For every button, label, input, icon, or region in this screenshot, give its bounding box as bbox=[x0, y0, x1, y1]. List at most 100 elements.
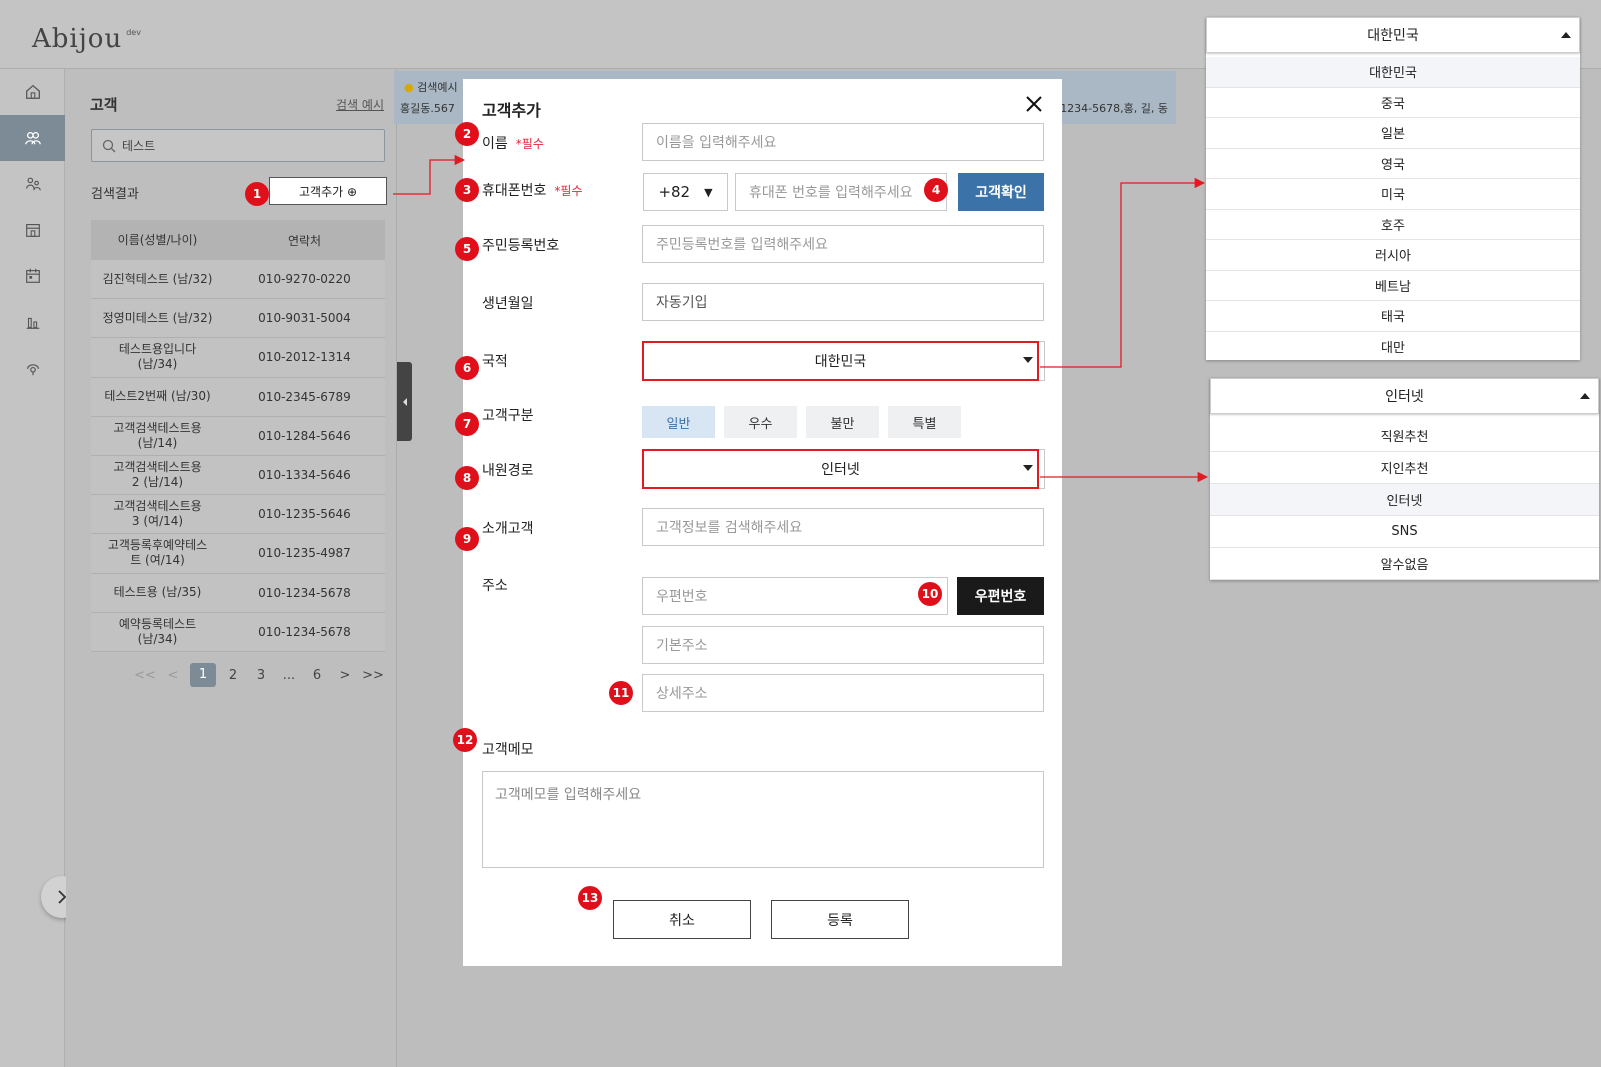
cancel-button[interactable]: 취소 bbox=[613, 900, 751, 939]
users-icon bbox=[24, 131, 41, 145]
close-icon[interactable] bbox=[1024, 94, 1044, 114]
type-label: 고객구분 bbox=[482, 408, 534, 424]
table-row[interactable]: 고객검색테스트용 3 (여/14) 010-1235-5646 bbox=[91, 495, 385, 535]
source-select[interactable]: 인터넷 bbox=[642, 449, 1039, 489]
source-option[interactable]: 인터넷 bbox=[1210, 484, 1599, 516]
table-row[interactable]: 예약등록테스트 (남/34) 010-1234-5678 bbox=[91, 612, 385, 652]
arrow-add-to-modal bbox=[393, 154, 466, 195]
cell-name: 테스트용입니다 (남/34) bbox=[118, 342, 197, 372]
caret-left-icon bbox=[402, 397, 407, 406]
sidebar-item-support[interactable] bbox=[0, 345, 65, 391]
caret-down-icon bbox=[1023, 357, 1033, 363]
store-icon bbox=[25, 224, 40, 237]
table-row[interactable]: 김진혁테스트 (남/32) 010-9270-0220 bbox=[91, 260, 385, 300]
nation-option[interactable]: 미국 bbox=[1206, 179, 1580, 210]
sidebar-item-calendar[interactable] bbox=[0, 253, 65, 299]
sidebar-item-store[interactable] bbox=[0, 207, 65, 253]
table-row[interactable]: 정영미테스트 (남/32) 010-9031-5004 bbox=[91, 299, 385, 339]
hint-title: ● 검색예시 bbox=[404, 79, 458, 95]
ssn-label: 주민등록번호 bbox=[482, 238, 560, 254]
zip-input[interactable]: 우편번호 bbox=[642, 577, 948, 615]
ssn-input[interactable]: 주민등록번호를 입력해주세요 bbox=[642, 225, 1044, 263]
page-1[interactable]: 1 bbox=[190, 663, 216, 687]
page-6[interactable]: 6 bbox=[306, 668, 328, 683]
cell-phone: 010-9270-0220 bbox=[258, 272, 351, 287]
table-row[interactable]: 고객검색테스트용 2 (남/14) 010-1334-5646 bbox=[91, 455, 385, 496]
cell-name: 예약등록테스트 (남/34) bbox=[118, 616, 197, 646]
nation-select-edge bbox=[1039, 341, 1045, 381]
nation-option[interactable]: 영국 bbox=[1206, 148, 1580, 179]
panel-collapse-handle[interactable] bbox=[397, 362, 412, 441]
source-option[interactable]: 지인추천 bbox=[1210, 452, 1599, 484]
add-customer-button[interactable]: 고객추가 ⊕ bbox=[269, 177, 387, 205]
table-row[interactable]: 테스트2번째 (남/30) 010-2345-6789 bbox=[91, 377, 385, 417]
sidebar-item-customers[interactable] bbox=[0, 115, 65, 161]
memo-textarea[interactable]: 고객메모를 입력해주세요 bbox=[482, 771, 1044, 868]
hint-title-text: 검색예시 bbox=[417, 81, 458, 94]
table-row[interactable]: 고객검색테스트용 (남/14) 010-1284-5646 bbox=[91, 416, 385, 456]
page-3[interactable]: 3 bbox=[250, 668, 272, 683]
nation-option[interactable]: 베트남 bbox=[1206, 270, 1580, 301]
table-row[interactable]: 테스트용 (남/35) 010-1234-5678 bbox=[91, 573, 385, 613]
nation-option[interactable]: 태국 bbox=[1206, 301, 1580, 332]
source-option[interactable]: 직원추천 bbox=[1210, 420, 1599, 452]
type-chip-vip[interactable]: 우수 bbox=[724, 406, 797, 438]
bar-chart-icon bbox=[26, 317, 39, 329]
nation-dropdown-head[interactable]: 대한민국 bbox=[1206, 17, 1580, 53]
source-dropdown-head[interactable]: 인터넷 bbox=[1210, 378, 1599, 414]
nation-option[interactable]: 대만 bbox=[1206, 331, 1580, 360]
cell-phone: 010-1235-4987 bbox=[258, 546, 351, 561]
badge-9: 9 bbox=[455, 527, 479, 551]
phone-label: 휴대폰번호 *필수 bbox=[482, 180, 583, 200]
search-example-link[interactable]: 검색 예시 bbox=[336, 96, 384, 113]
cell-phone: 010-1334-5646 bbox=[258, 468, 351, 483]
phone-input[interactable]: 휴대폰 번호를 입력해주세요 bbox=[735, 173, 947, 211]
country-code-select[interactable]: +82 ▼ bbox=[643, 173, 728, 211]
source-select-edge bbox=[1039, 449, 1045, 489]
page-next[interactable]: > bbox=[334, 668, 356, 683]
source-option[interactable]: 알수없음 bbox=[1210, 548, 1599, 580]
page-2[interactable]: 2 bbox=[222, 668, 244, 683]
page-last[interactable]: >> bbox=[362, 668, 384, 683]
nation-option[interactable]: 중국 bbox=[1206, 87, 1580, 118]
badge-4: 4 bbox=[924, 178, 948, 202]
address1-input[interactable]: 기본주소 bbox=[642, 626, 1044, 664]
nation-option[interactable]: 호주 bbox=[1206, 209, 1580, 240]
table-row[interactable]: 테스트용입니다 (남/34) 010-2012-1314 bbox=[91, 338, 385, 378]
sidebar-item-home[interactable] bbox=[0, 69, 65, 115]
check-customer-button[interactable]: 고객확인 bbox=[958, 173, 1044, 211]
nation-option[interactable]: 일본 bbox=[1206, 118, 1580, 149]
cell-name: 정영미테스트 (남/32) bbox=[102, 310, 213, 325]
cell-name: 테스트2번째 (남/30) bbox=[104, 389, 211, 404]
page-first[interactable]: << bbox=[134, 668, 156, 683]
source-option[interactable]: SNS bbox=[1210, 516, 1599, 548]
page-prev[interactable]: < bbox=[162, 668, 184, 683]
type-chip-special[interactable]: 특별 bbox=[888, 406, 961, 438]
logo-text: Abijou bbox=[32, 24, 123, 54]
app-logo[interactable]: Abijou dev bbox=[32, 24, 141, 54]
referrer-input[interactable]: 고객정보를 검색해주세요 bbox=[642, 508, 1044, 546]
type-chip-complaint[interactable]: 불만 bbox=[806, 406, 879, 438]
nation-value: 대한민국 bbox=[814, 354, 867, 370]
badge-10: 10 bbox=[918, 582, 942, 606]
cell-phone: 010-1235-5646 bbox=[258, 507, 351, 522]
zip-search-button[interactable]: 우편번호 bbox=[957, 577, 1044, 615]
table-row[interactable]: 고객등록후예약테스트 (여/14) 010-1235-4987 bbox=[91, 534, 385, 574]
submit-button[interactable]: 등록 bbox=[771, 900, 909, 939]
sidebar-item-stats[interactable] bbox=[0, 299, 65, 345]
cell-phone: 010-1284-5646 bbox=[258, 428, 351, 443]
badge-5: 5 bbox=[455, 237, 479, 261]
home-icon bbox=[25, 84, 40, 99]
nation-option[interactable]: 러시아 bbox=[1206, 240, 1580, 271]
name-input[interactable]: 이름을 입력해주세요 bbox=[642, 123, 1044, 161]
search-value: 테스트 bbox=[122, 139, 156, 153]
customer-panel: 고객 검색 예시 테스트 검색결과 고객추가 ⊕ 이름(성별/나이) 연락처 김… bbox=[66, 69, 397, 1067]
cell-name: 고객검색테스트용 (남/14) bbox=[113, 420, 202, 450]
sidebar-item-staff[interactable] bbox=[0, 161, 65, 207]
source-dropdown-selected: 인터넷 bbox=[1385, 389, 1424, 405]
address2-input[interactable]: 상세주소 bbox=[642, 674, 1044, 712]
nation-option[interactable]: 대한민국 bbox=[1206, 57, 1580, 88]
type-chip-normal[interactable]: 일반 bbox=[642, 406, 715, 438]
customer-search-input[interactable]: 테스트 bbox=[91, 129, 385, 162]
nation-select[interactable]: 대한민국 bbox=[642, 341, 1039, 381]
